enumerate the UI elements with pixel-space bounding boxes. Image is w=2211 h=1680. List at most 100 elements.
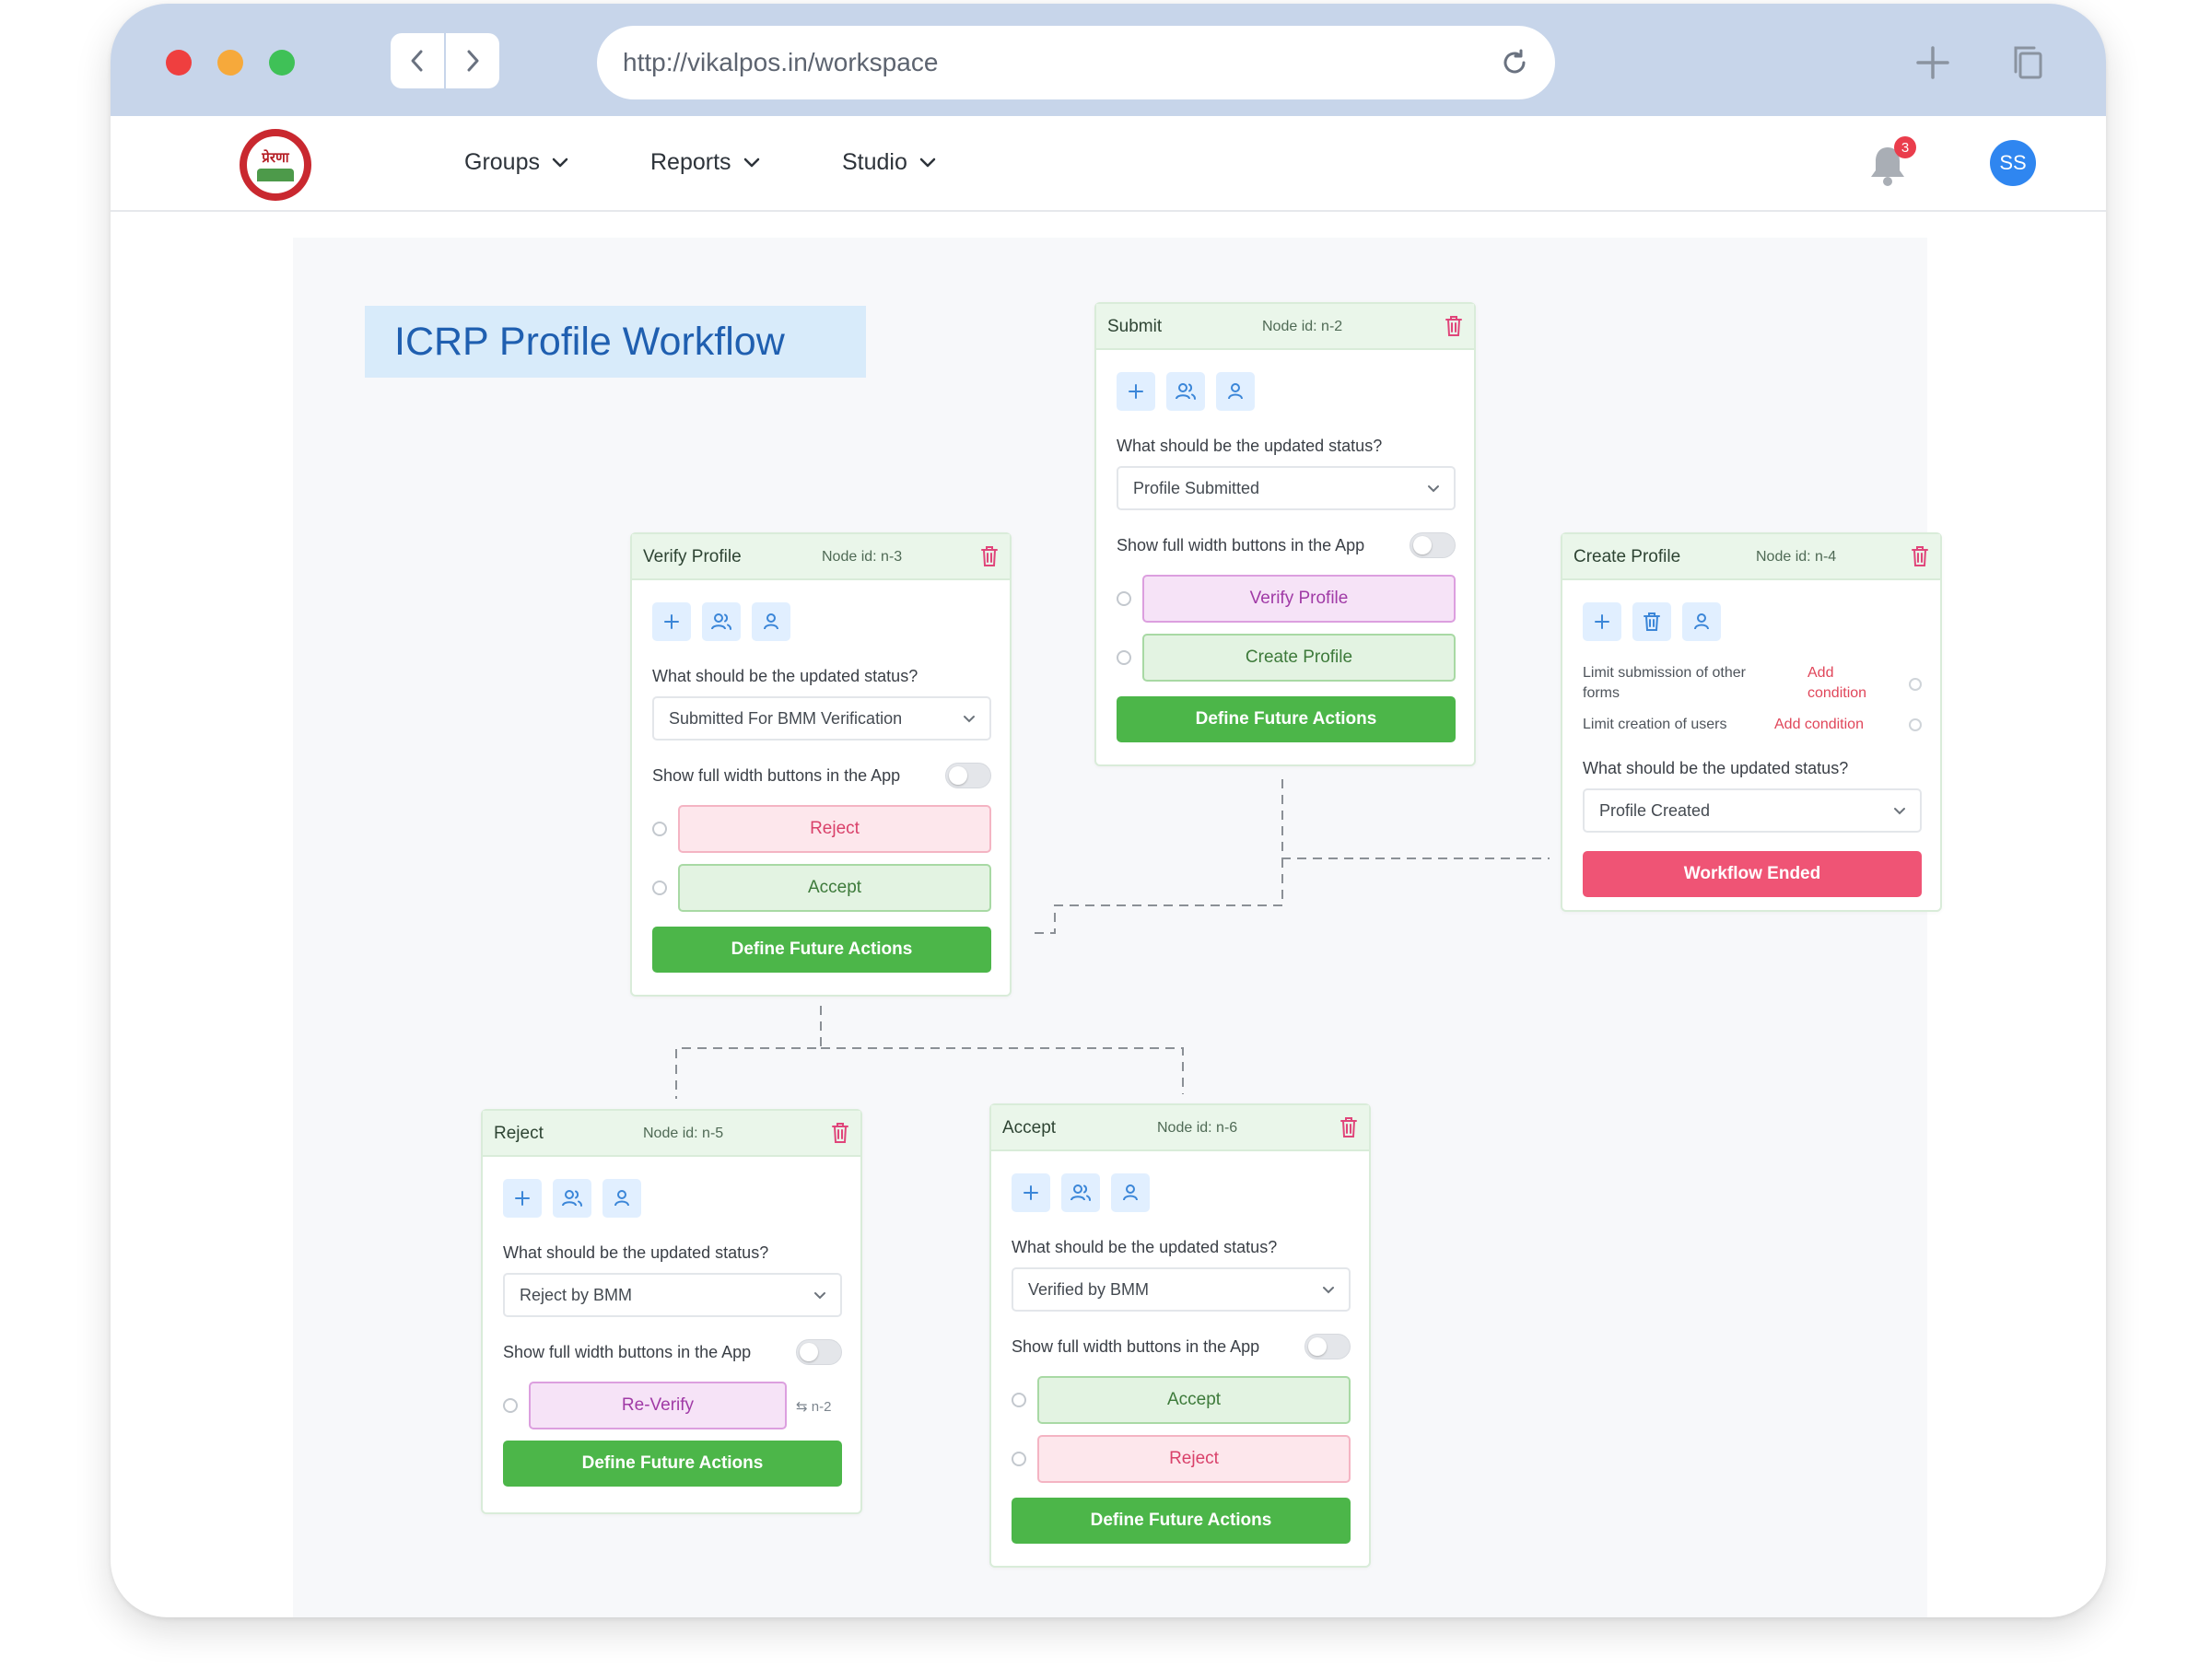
node-id: Node id: n-2 xyxy=(1262,319,1343,334)
option-radio[interactable] xyxy=(1012,1452,1026,1466)
option-reject[interactable]: Reject xyxy=(1037,1435,1351,1483)
condition-radio[interactable] xyxy=(1909,718,1922,731)
app-logo[interactable]: प्रेरणा xyxy=(240,129,311,201)
trash-icon[interactable] xyxy=(831,1122,849,1144)
assign-group-button[interactable] xyxy=(1166,372,1205,411)
add-step-button[interactable] xyxy=(652,602,691,641)
trash-icon[interactable] xyxy=(1445,315,1463,337)
workflow-ended-button[interactable]: Workflow Ended xyxy=(1583,851,1922,897)
full-width-toggle[interactable] xyxy=(1410,532,1456,558)
full-width-toggle-label: Show full width buttons in the App xyxy=(652,766,901,785)
status-select[interactable]: Profile Created xyxy=(1583,788,1922,833)
trash-icon[interactable] xyxy=(1339,1116,1358,1138)
menu-studio[interactable]: Studio xyxy=(842,149,937,176)
node-header: Create Profile Node id: n-4 xyxy=(1562,534,1940,580)
define-future-actions-button[interactable]: Define Future Actions xyxy=(503,1441,842,1487)
option-create-profile[interactable]: Create Profile xyxy=(1142,634,1456,682)
option-radio[interactable] xyxy=(1117,650,1131,665)
node-header: Submit Node id: n-2 xyxy=(1096,304,1474,350)
add-step-button[interactable] xyxy=(503,1179,542,1218)
define-future-actions-button[interactable]: Define Future Actions xyxy=(1012,1498,1351,1544)
option-verify-profile[interactable]: Verify Profile xyxy=(1142,575,1456,623)
status-select[interactable]: Verified by BMM xyxy=(1012,1267,1351,1312)
assign-group-button[interactable] xyxy=(1061,1173,1100,1212)
maximize-window-dot[interactable] xyxy=(269,50,295,76)
forward-button[interactable] xyxy=(446,33,499,88)
plus-icon xyxy=(1024,1185,1038,1200)
option-radio[interactable] xyxy=(1117,591,1131,606)
option-radio[interactable] xyxy=(652,822,667,836)
reload-icon[interactable] xyxy=(1500,48,1529,77)
full-width-toggle[interactable] xyxy=(1304,1334,1351,1359)
assign-group-button[interactable] xyxy=(553,1179,591,1218)
full-width-toggle-label: Show full width buttons in the App xyxy=(1117,536,1365,554)
user-icon xyxy=(1228,383,1243,400)
define-future-actions-button[interactable]: Define Future Actions xyxy=(652,927,991,973)
full-width-toggle[interactable] xyxy=(796,1339,842,1365)
node-reject[interactable]: Reject Node id: n-5 What should be the u… xyxy=(481,1109,862,1514)
status-select[interactable]: Profile Submitted xyxy=(1117,466,1456,510)
close-window-dot[interactable] xyxy=(166,50,192,76)
minimize-window-dot[interactable] xyxy=(217,50,243,76)
option-radio[interactable] xyxy=(652,881,667,895)
chevron-down-icon xyxy=(1894,808,1905,815)
define-future-actions-button[interactable]: Define Future Actions xyxy=(1117,696,1456,742)
add-step-button[interactable] xyxy=(1117,372,1155,411)
menu-groups-label: Groups xyxy=(464,149,540,175)
workflow-canvas[interactable]: ICRP Profile Workflow Submit Node id: n-… xyxy=(293,238,1942,1617)
node-accept[interactable]: Accept Node id: n-6 What should be the u… xyxy=(989,1103,1371,1568)
add-step-button[interactable] xyxy=(1583,602,1621,641)
option-reject[interactable]: Reject xyxy=(678,805,991,853)
add-condition-link[interactable]: Add condition xyxy=(1807,663,1890,704)
status-select[interactable]: Reject by BMM xyxy=(503,1273,842,1317)
tabs-overview-icon[interactable] xyxy=(2012,44,2047,81)
menu-reports[interactable]: Reports xyxy=(650,149,761,176)
assign-group-button[interactable] xyxy=(702,602,741,641)
assign-user-button[interactable] xyxy=(1216,372,1255,411)
option-radio[interactable] xyxy=(1012,1393,1026,1407)
status-question: What should be the updated status? xyxy=(503,1243,769,1262)
delete-action-button[interactable] xyxy=(1632,602,1671,641)
menu-groups[interactable]: Groups xyxy=(464,149,569,176)
chevron-right-icon xyxy=(467,50,479,72)
add-step-button[interactable] xyxy=(1012,1173,1050,1212)
condition-radio[interactable] xyxy=(1909,678,1922,691)
assign-user-button[interactable] xyxy=(1682,602,1721,641)
node-submit[interactable]: Submit Node id: n-2 What should be the u… xyxy=(1094,302,1476,766)
option-accept[interactable]: Accept xyxy=(1037,1376,1351,1424)
back-button[interactable] xyxy=(391,33,444,88)
option-radio[interactable] xyxy=(503,1398,518,1413)
users-icon xyxy=(562,1190,582,1207)
status-select-value: Submitted For BMM Verification xyxy=(669,709,903,728)
status-select-value: Profile Created xyxy=(1599,801,1711,820)
chevron-down-icon xyxy=(814,1292,825,1300)
address-bar[interactable]: http://vikalpos.in/workspace xyxy=(597,26,1555,99)
status-question: What should be the updated status? xyxy=(652,667,918,685)
assign-user-button[interactable] xyxy=(752,602,790,641)
node-create-profile[interactable]: Create Profile Node id: n-4 Limit submis… xyxy=(1561,532,1942,912)
connector-submit-create xyxy=(1281,779,1550,859)
full-width-toggle-label: Show full width buttons in the App xyxy=(503,1343,752,1361)
chevron-left-icon xyxy=(411,50,423,72)
assign-user-button[interactable] xyxy=(602,1179,641,1218)
node-title: Accept xyxy=(1002,1118,1057,1138)
node-id: Node id: n-4 xyxy=(1756,549,1837,565)
node-verify-profile[interactable]: Verify Profile Node id: n-3 What should … xyxy=(630,532,1012,997)
trash-icon[interactable] xyxy=(1911,545,1929,567)
status-select[interactable]: Submitted For BMM Verification xyxy=(652,696,991,741)
user-icon xyxy=(764,613,778,630)
user-avatar[interactable]: SS xyxy=(1990,140,2036,186)
option-accept[interactable]: Accept xyxy=(678,864,991,912)
menu-studio-label: Studio xyxy=(842,149,907,175)
assign-user-button[interactable] xyxy=(1111,1173,1150,1212)
node-header: Accept Node id: n-6 xyxy=(991,1105,1369,1151)
add-condition-link[interactable]: Add condition xyxy=(1774,715,1864,735)
app-header: प्रेरणा Groups Reports Studio 3 SS xyxy=(111,116,2106,212)
trash-icon[interactable] xyxy=(980,545,999,567)
plus-icon xyxy=(1129,384,1143,399)
option-re-verify[interactable]: Re-Verify xyxy=(529,1382,787,1429)
status-select-value: Profile Submitted xyxy=(1133,479,1260,497)
chevron-down-icon xyxy=(964,716,975,723)
new-tab-plus-icon[interactable] xyxy=(1914,44,1951,81)
full-width-toggle[interactable] xyxy=(945,763,991,788)
